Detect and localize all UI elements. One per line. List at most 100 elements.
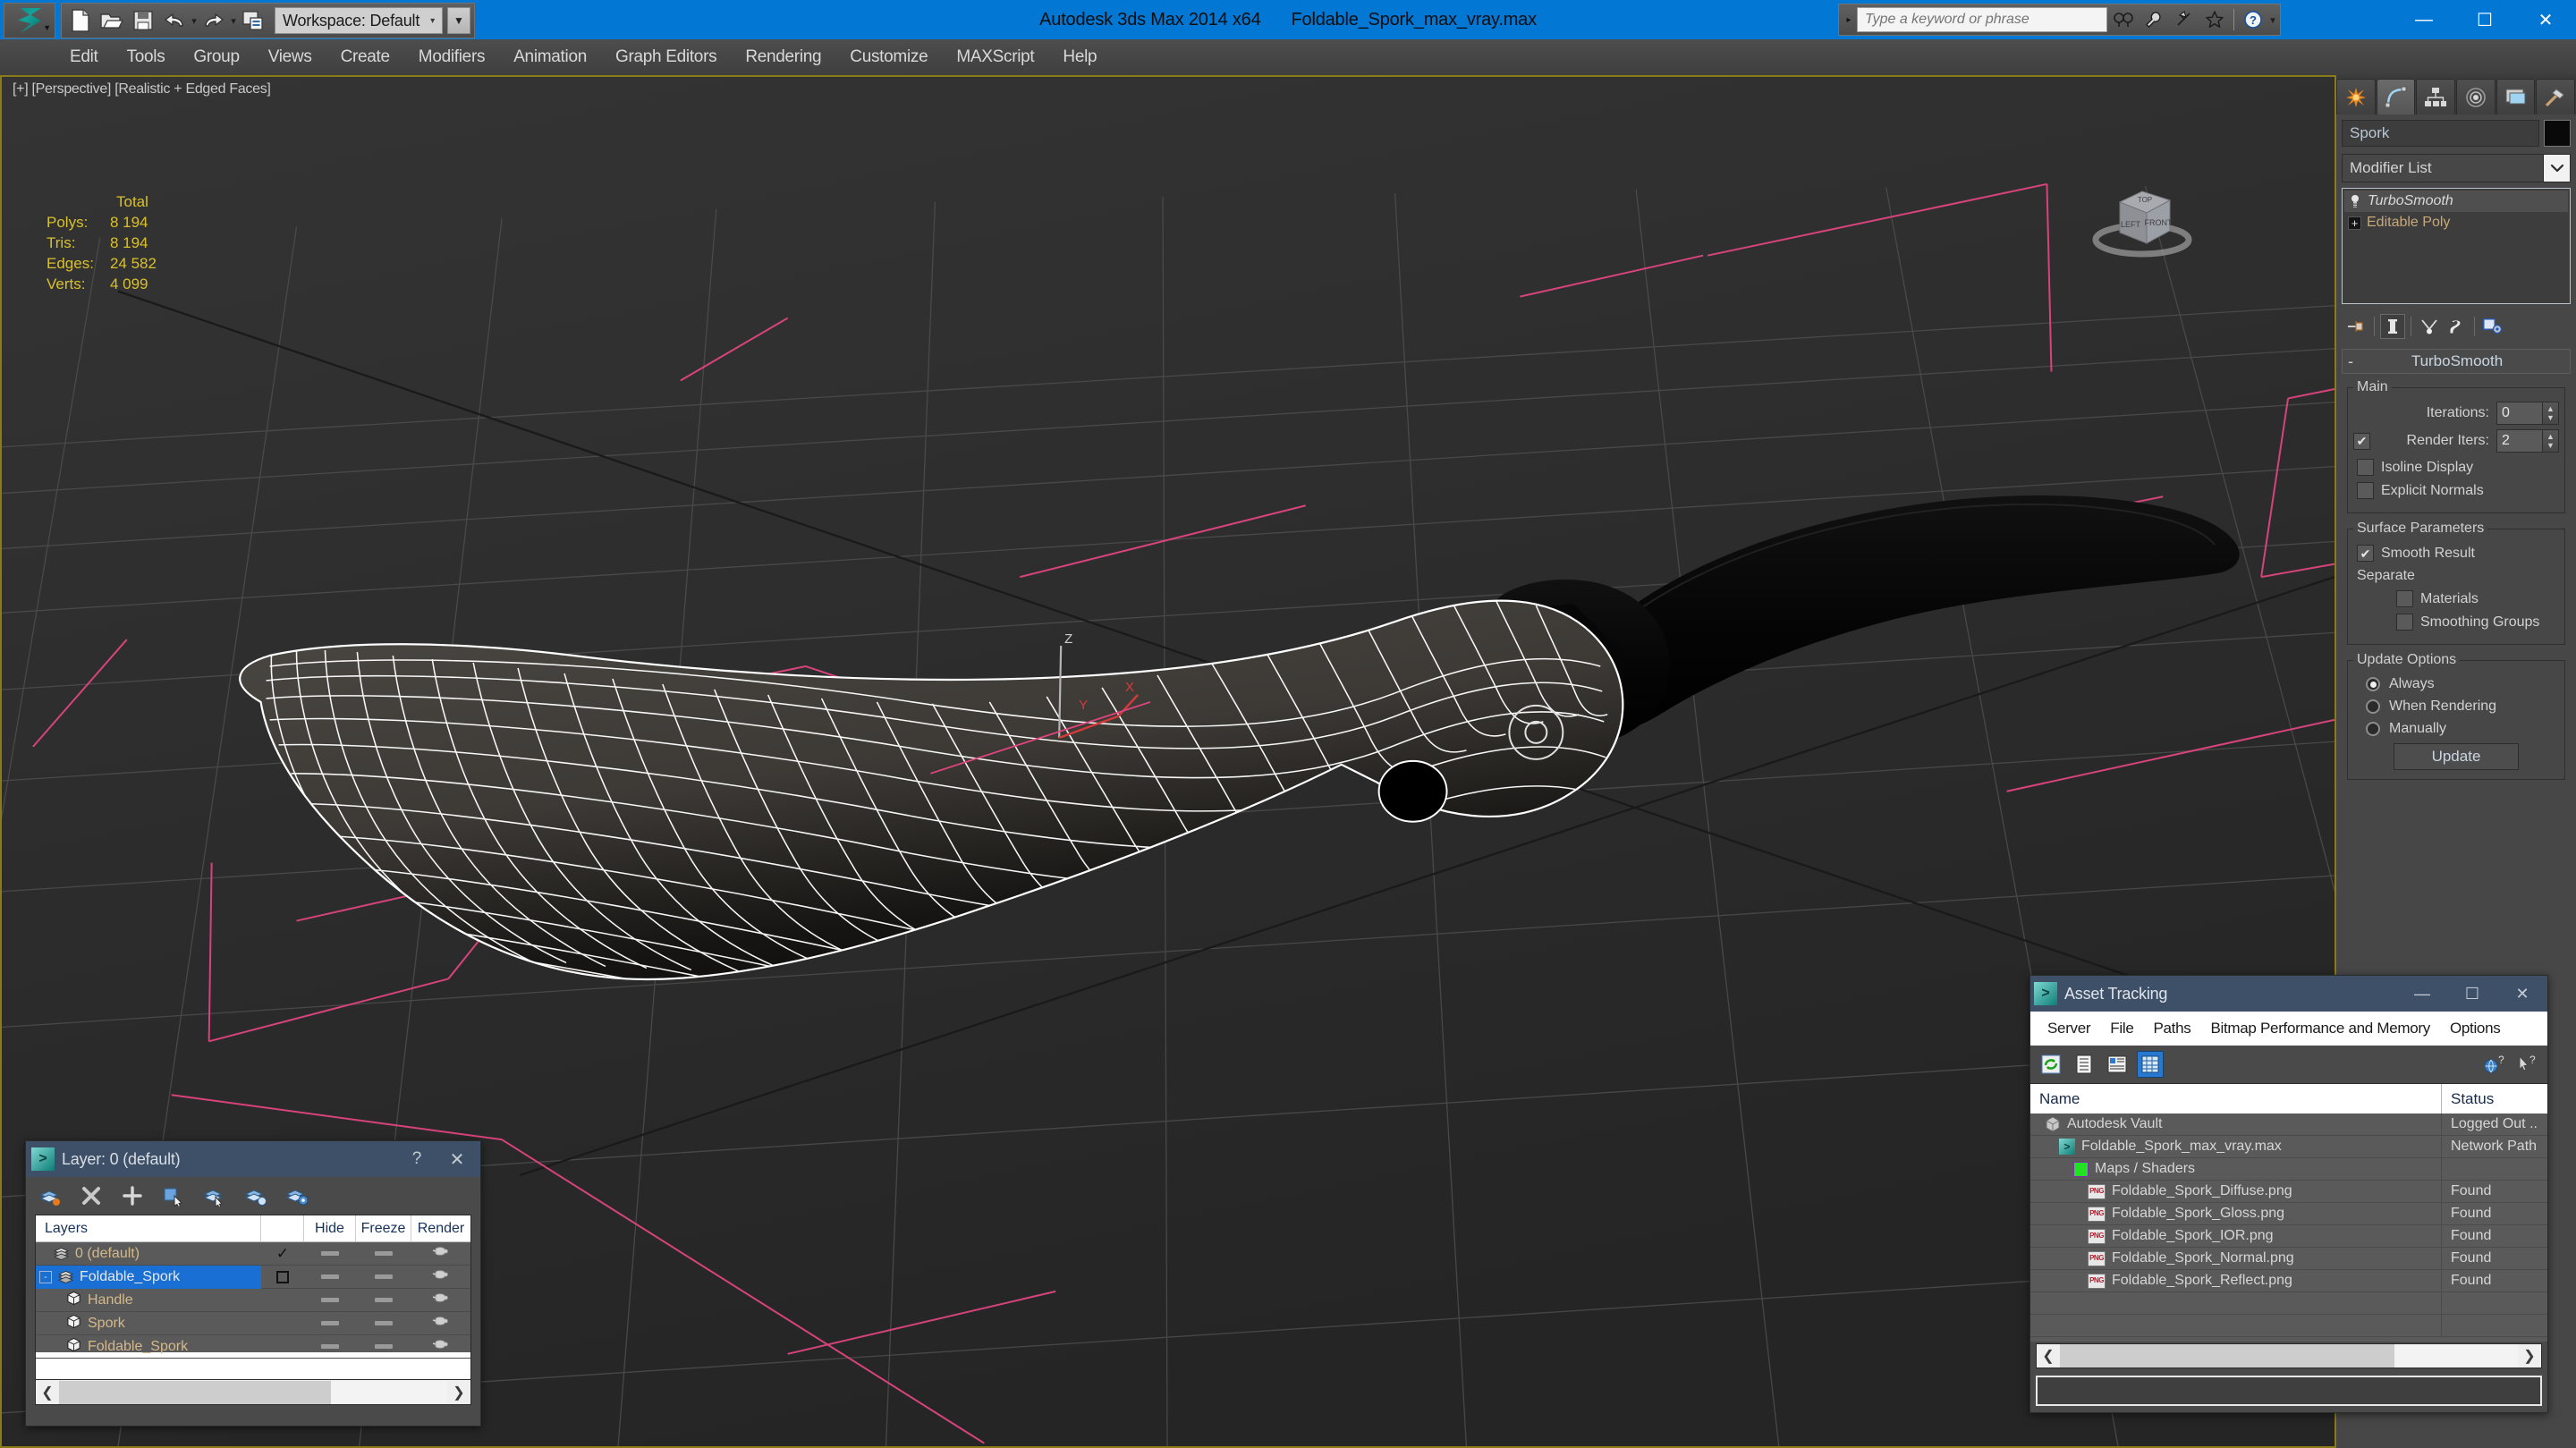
search-expand-arrow-icon[interactable]: ▸	[1843, 15, 1855, 25]
iterations-field[interactable]: 0	[2496, 402, 2543, 425]
asset-menu-bitmap-performance-and-memory[interactable]: Bitmap Performance and Memory	[2200, 1018, 2439, 1039]
layer-hide-cell[interactable]	[304, 1298, 356, 1302]
detail-view-icon[interactable]	[2104, 1051, 2131, 1078]
layer-render-cell[interactable]	[411, 1245, 470, 1262]
separate-materials-checkbox[interactable]	[2396, 590, 2413, 607]
render-iters-field[interactable]: 2	[2496, 429, 2543, 453]
maximize-button[interactable]: ☐	[2454, 0, 2515, 39]
layer-dialog[interactable]: > Layer: 0 (default) ? ✕ Layers Hide Fre…	[25, 1140, 481, 1427]
layer-row[interactable]: - Foldable_Spork	[36, 1265, 470, 1289]
freeze-toggle-icon[interactable]	[375, 1344, 393, 1349]
asset-tracking-dialog[interactable]: > Asset Tracking — ☐ ✕ Server File Paths Bi…	[2029, 975, 2548, 1413]
motion-tab[interactable]	[2456, 79, 2496, 114]
asset-row[interactable]: Autodesk Vault Logged Out ..	[2030, 1114, 2547, 1136]
asset-list-horizontal-scrollbar[interactable]: ❮ ❯	[2036, 1343, 2542, 1368]
menu-help[interactable]: Help	[1048, 44, 1111, 71]
save-file-icon[interactable]	[128, 5, 158, 36]
application-menu-button[interactable]: ▼	[4, 3, 55, 38]
help-cursor-icon[interactable]: ?	[2513, 1051, 2540, 1078]
separate-materials-row[interactable]: Materials	[2396, 590, 2559, 607]
layer-list-horizontal-scrollbar[interactable]: ❮ ❯	[35, 1380, 471, 1405]
expand-collapse-icon[interactable]: -	[39, 1270, 52, 1283]
layer-current-cell[interactable]: ✓	[261, 1245, 304, 1263]
undo-icon[interactable]	[159, 5, 190, 36]
scrollbar-track[interactable]	[2060, 1344, 2518, 1368]
scroll-left-icon[interactable]: ❮	[36, 1384, 59, 1401]
hide-toggle-icon[interactable]	[321, 1344, 339, 1349]
asset-menu-file[interactable]: File	[2100, 1018, 2143, 1039]
radio-when-rendering[interactable]	[2366, 699, 2380, 714]
isoline-display-row[interactable]: Isoline Display	[2357, 459, 2559, 476]
layer-render-cell[interactable]	[411, 1315, 470, 1332]
maximize-button[interactable]: ☐	[2451, 976, 2494, 1012]
column-header-freeze[interactable]: Freeze	[356, 1215, 411, 1241]
delete-layer-icon[interactable]	[78, 1182, 105, 1209]
hide-toggle-icon[interactable]	[321, 1274, 339, 1279]
close-button[interactable]: ✕	[2515, 0, 2576, 39]
hierarchy-tab[interactable]	[2416, 79, 2456, 114]
help-globe-icon[interactable]: ?	[2480, 1051, 2507, 1078]
highlight-selected-objects-layer-icon[interactable]	[242, 1182, 269, 1209]
layer-freeze-cell[interactable]	[356, 1298, 411, 1302]
layer-hide-cell[interactable]	[304, 1251, 356, 1256]
render-teapot-icon[interactable]	[432, 1291, 450, 1308]
new-file-icon[interactable]	[65, 5, 96, 36]
help-icon[interactable]: ?	[2239, 6, 2267, 33]
column-header-status[interactable]: Status	[2442, 1084, 2547, 1114]
freeze-toggle-icon[interactable]	[375, 1274, 393, 1279]
layer-freeze-cell[interactable]	[356, 1274, 411, 1279]
freeze-toggle-icon[interactable]	[375, 1298, 393, 1302]
hide-toggle-icon[interactable]	[321, 1298, 339, 1302]
menu-rendering[interactable]: Rendering	[731, 44, 835, 71]
update-option-manually[interactable]: Manually	[2366, 721, 2559, 737]
refresh-icon[interactable]	[2038, 1051, 2064, 1078]
explicit-normals-row[interactable]: Explicit Normals	[2357, 482, 2559, 499]
minimize-button[interactable]: —	[2401, 976, 2444, 1012]
asset-tracking-titlebar[interactable]: > Asset Tracking — ☐ ✕	[2030, 976, 2547, 1012]
layer-list[interactable]: Layers Hide Freeze Render 0 (default) ✓ - F…	[35, 1215, 471, 1380]
layer-current-cell[interactable]	[261, 1270, 304, 1283]
rollout-header[interactable]: - TurboSmooth	[2342, 349, 2571, 374]
redo-icon[interactable]	[199, 5, 229, 36]
layer-row[interactable]: Foldable_Spork	[36, 1335, 470, 1359]
make-unique-icon[interactable]	[2417, 314, 2442, 339]
menu-animation[interactable]: Animation	[499, 44, 601, 71]
layer-render-cell[interactable]	[411, 1338, 470, 1355]
project-folder-icon[interactable]	[238, 5, 268, 36]
render-teapot-icon[interactable]	[432, 1268, 450, 1285]
column-header-hide[interactable]: Hide	[304, 1215, 356, 1241]
minimize-button[interactable]: —	[2394, 0, 2454, 39]
plus-expand-icon[interactable]: +	[2348, 216, 2361, 230]
asset-name-cell[interactable]: PNG Foldable_Spork_Normal.png	[2030, 1247, 2442, 1270]
layer-dialog-titlebar[interactable]: > Layer: 0 (default) ? ✕	[26, 1141, 480, 1177]
layer-row-name-cell[interactable]: - Foldable_Spork	[36, 1265, 261, 1289]
modifier-list-dropdown[interactable]: Modifier List	[2342, 154, 2544, 182]
asset-menu-server[interactable]: Server	[2038, 1018, 2100, 1039]
create-new-layer-icon[interactable]	[37, 1182, 64, 1209]
layer-row-name-cell[interactable]: 0 (default)	[36, 1242, 261, 1266]
freeze-toggle-icon[interactable]	[375, 1251, 393, 1256]
asset-row[interactable]: PNG Foldable_Spork_Reflect.png Found	[2030, 1269, 2547, 1292]
add-selection-to-layer-icon[interactable]	[119, 1182, 146, 1209]
close-button[interactable]: ✕	[439, 1148, 475, 1171]
asset-name-cell[interactable]: Autodesk Vault	[2030, 1114, 2442, 1136]
layer-row[interactable]: Spork	[36, 1312, 470, 1335]
workspace-dropdown-button[interactable]: ▼	[446, 7, 470, 34]
render-teapot-icon[interactable]	[432, 1338, 450, 1355]
asset-name-cell[interactable]: Maps / Shaders	[2030, 1157, 2442, 1181]
render-iters-spinner[interactable]: ▲ ▼	[2543, 429, 2559, 453]
create-tab[interactable]	[2336, 79, 2376, 114]
viewcube[interactable]: LEFT FRONT TOP	[2084, 175, 2200, 274]
list-view-icon[interactable]	[2071, 1051, 2097, 1078]
radio-always[interactable]	[2366, 677, 2380, 691]
scroll-right-icon[interactable]: ❯	[2518, 1347, 2541, 1365]
update-button[interactable]: Update	[2394, 743, 2519, 770]
viewport-label[interactable]: [+] [Perspective] [Realistic + Edged Fac…	[13, 81, 271, 97]
grid-view-icon[interactable]	[2137, 1051, 2164, 1078]
scrollbar-thumb[interactable]	[2060, 1344, 2394, 1368]
scroll-left-icon[interactable]: ❮	[2037, 1347, 2060, 1365]
help-button[interactable]: ?	[402, 1149, 432, 1169]
column-header-name[interactable]: Name	[2030, 1084, 2442, 1114]
asset-name-cell[interactable]: PNG Foldable_Spork_Diffuse.png	[2030, 1180, 2442, 1203]
collapse-icon[interactable]: -	[2348, 352, 2364, 371]
